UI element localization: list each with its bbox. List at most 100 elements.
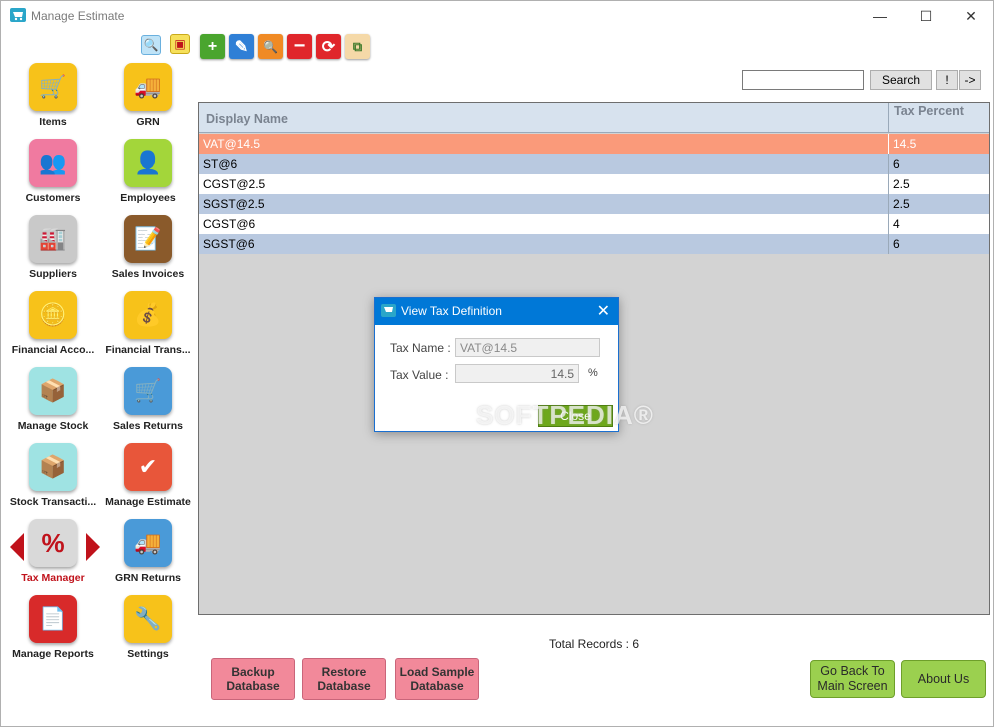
sidebar-item-label: Financial Acco... — [11, 344, 95, 356]
total-records: Total Records : 6 — [548, 637, 640, 651]
sidebar-item-manage-reports[interactable]: 📄 Manage Reports — [6, 595, 100, 660]
sidebar-item-sales-invoices[interactable]: 📝 Sales Invoices — [101, 215, 195, 280]
users-icon: 👥 — [29, 139, 77, 187]
cell-display-name: VAT@14.5 — [203, 137, 261, 151]
edit-button[interactable]: ✎ — [229, 34, 254, 59]
add-button[interactable]: + — [200, 34, 225, 59]
dialog-title: View Tax Definition — [401, 304, 502, 318]
sidebar-item-label: Stock Transacti... — [9, 496, 97, 508]
dialog-close-icon[interactable]: ✕ — [597, 301, 610, 321]
tax-name-field[interactable]: VAT@14.5 — [455, 338, 600, 357]
table-header: Display Name Tax Percent — [199, 103, 989, 133]
search-input[interactable] — [742, 70, 864, 90]
sidebar-item-settings[interactable]: 🔧 Settings — [101, 595, 195, 660]
close-button[interactable]: ✕ — [948, 1, 994, 31]
shopping-cart-icon: 🛒 — [29, 63, 77, 111]
cell-tax-percent: 6 — [888, 154, 989, 174]
sidebar-item-items[interactable]: 🛒 Items — [6, 63, 100, 128]
refresh-icon: ⟳ — [321, 38, 336, 56]
sidebar-item-grn[interactable]: 🚚 GRN — [101, 63, 195, 128]
sidebar-item-label: Customers — [25, 192, 81, 204]
load-sample-database-button[interactable]: Load Sample Database — [395, 658, 479, 700]
tax-value-label: Tax Value : — [390, 368, 449, 382]
cell-tax-percent: 2.5 — [888, 194, 989, 214]
minimize-button[interactable]: — — [857, 1, 903, 31]
table-row[interactable]: ST@6 6 — [199, 154, 989, 174]
go-back-button[interactable]: Go Back To Main Screen — [810, 660, 895, 698]
cell-tax-percent: 4 — [888, 214, 989, 234]
cell-display-name: ST@6 — [203, 157, 238, 171]
minus-icon: − — [293, 35, 306, 57]
sidebar-item-grn-returns[interactable]: 🚚 GRN Returns — [101, 519, 195, 584]
estimate-check-icon: ✔ — [124, 443, 172, 491]
sidebar-item-financial-acco[interactable]: 🪙 Financial Acco... — [6, 291, 100, 356]
cell-display-name: CGST@6 — [203, 217, 256, 231]
sidebar-item-label: Settings — [127, 648, 169, 660]
table-row[interactable]: SGST@6 6 — [199, 234, 989, 254]
prev-arrow-icon[interactable] — [10, 533, 24, 561]
sidebar-item-stock-transacti[interactable]: 📦 Stock Transacti... — [6, 443, 100, 508]
sidebar-item-manage-stock[interactable]: 📦 Manage Stock — [6, 367, 100, 432]
search-icon[interactable]: 🔍 — [141, 35, 161, 55]
exclaim-button[interactable]: ! — [936, 70, 958, 90]
search-button[interactable]: Search — [870, 70, 932, 90]
column-header-tax-percent[interactable]: Tax Percent — [888, 103, 989, 133]
sidebar-item-label: GRN Returns — [115, 572, 181, 584]
view-button[interactable]: 🔍 — [258, 34, 283, 59]
return-truck-icon: 🚚 — [124, 519, 172, 567]
percent-icon: % — [29, 519, 77, 567]
plus-icon: + — [207, 37, 218, 55]
stock-transfer-icon: 📦 — [29, 443, 77, 491]
employee-icon: 👤 — [124, 139, 172, 187]
sidebar-item-label: Financial Trans... — [105, 344, 191, 356]
sidebar-item-label: Sales Returns — [112, 420, 184, 432]
cell-tax-percent: 2.5 — [888, 174, 989, 194]
percent-sign: % — [588, 367, 598, 379]
sidebar-item-label: Manage Stock — [17, 420, 89, 432]
tax-value-field[interactable]: 14.5 — [455, 364, 579, 383]
sidebar-item-customers[interactable]: 👥 Customers — [6, 139, 100, 204]
coins-icon: 🪙 — [29, 291, 77, 339]
watermark: SOFTPEDIA® — [476, 400, 654, 430]
maximize-button[interactable]: ☐ — [903, 1, 949, 31]
next-button[interactable]: -> — [959, 70, 981, 90]
cart-icon — [381, 304, 396, 317]
table-row[interactable]: CGST@2.5 2.5 — [199, 174, 989, 194]
sidebar-item-label: Sales Invoices — [111, 268, 185, 280]
return-cart-icon: 🛒 — [124, 367, 172, 415]
cart-app-icon — [10, 8, 26, 22]
cell-display-name: CGST@2.5 — [203, 177, 266, 191]
table-row[interactable]: VAT@14.5 14.5 — [199, 134, 989, 154]
next-arrow-icon[interactable] — [86, 533, 100, 561]
sidebar-item-suppliers[interactable]: 🏭 Suppliers — [6, 215, 100, 280]
coins-transfer-icon: 💰 — [124, 291, 172, 339]
sidebar-item-employees[interactable]: 👤 Employees — [101, 139, 195, 204]
sidebar-item-label: Suppliers — [29, 268, 77, 280]
cell-display-name: SGST@2.5 — [203, 197, 265, 211]
sidebar-item-manage-estimate[interactable]: ✔ Manage Estimate — [101, 443, 195, 508]
stock-cart-icon: 📦 — [29, 367, 77, 415]
hierarchy-icon: ⧉ — [352, 38, 363, 54]
table-row[interactable]: CGST@6 4 — [199, 214, 989, 234]
sidebar-item-financial-trans[interactable]: 💰 Financial Trans... — [101, 291, 195, 356]
dialog-title-bar: View Tax Definition ✕ — [375, 298, 618, 325]
window-title: Manage Estimate — [31, 9, 125, 23]
table-row[interactable]: SGST@2.5 2.5 — [199, 194, 989, 214]
report-icon: 📄 — [29, 595, 77, 643]
title-bar: Manage Estimate — ☐ ✕ — [0, 0, 994, 30]
delete-button[interactable]: − — [287, 34, 312, 59]
sidebar-item-label: Manage Estimate — [105, 496, 191, 508]
sidebar-item-label: Employees — [120, 192, 176, 204]
sidebar-item-label: GRN — [136, 116, 160, 128]
backup-database-button[interactable]: Backup Database — [211, 658, 295, 700]
search-glyph: 🔍 — [143, 38, 159, 52]
sidebar-item-tax-manager[interactable]: % Tax Manager — [6, 519, 100, 584]
hierarchy-button[interactable]: ⧉ — [345, 34, 370, 59]
windows-icon[interactable]: ▣ — [170, 34, 190, 54]
sidebar-item-sales-returns[interactable]: 🛒 Sales Returns — [101, 367, 195, 432]
about-us-button[interactable]: About Us — [901, 660, 986, 698]
magnify-icon: 🔍 — [263, 39, 278, 54]
refresh-button[interactable]: ⟳ — [316, 34, 341, 59]
cell-tax-percent: 14.5 — [888, 134, 989, 154]
restore-database-button[interactable]: Restore Database — [302, 658, 386, 700]
